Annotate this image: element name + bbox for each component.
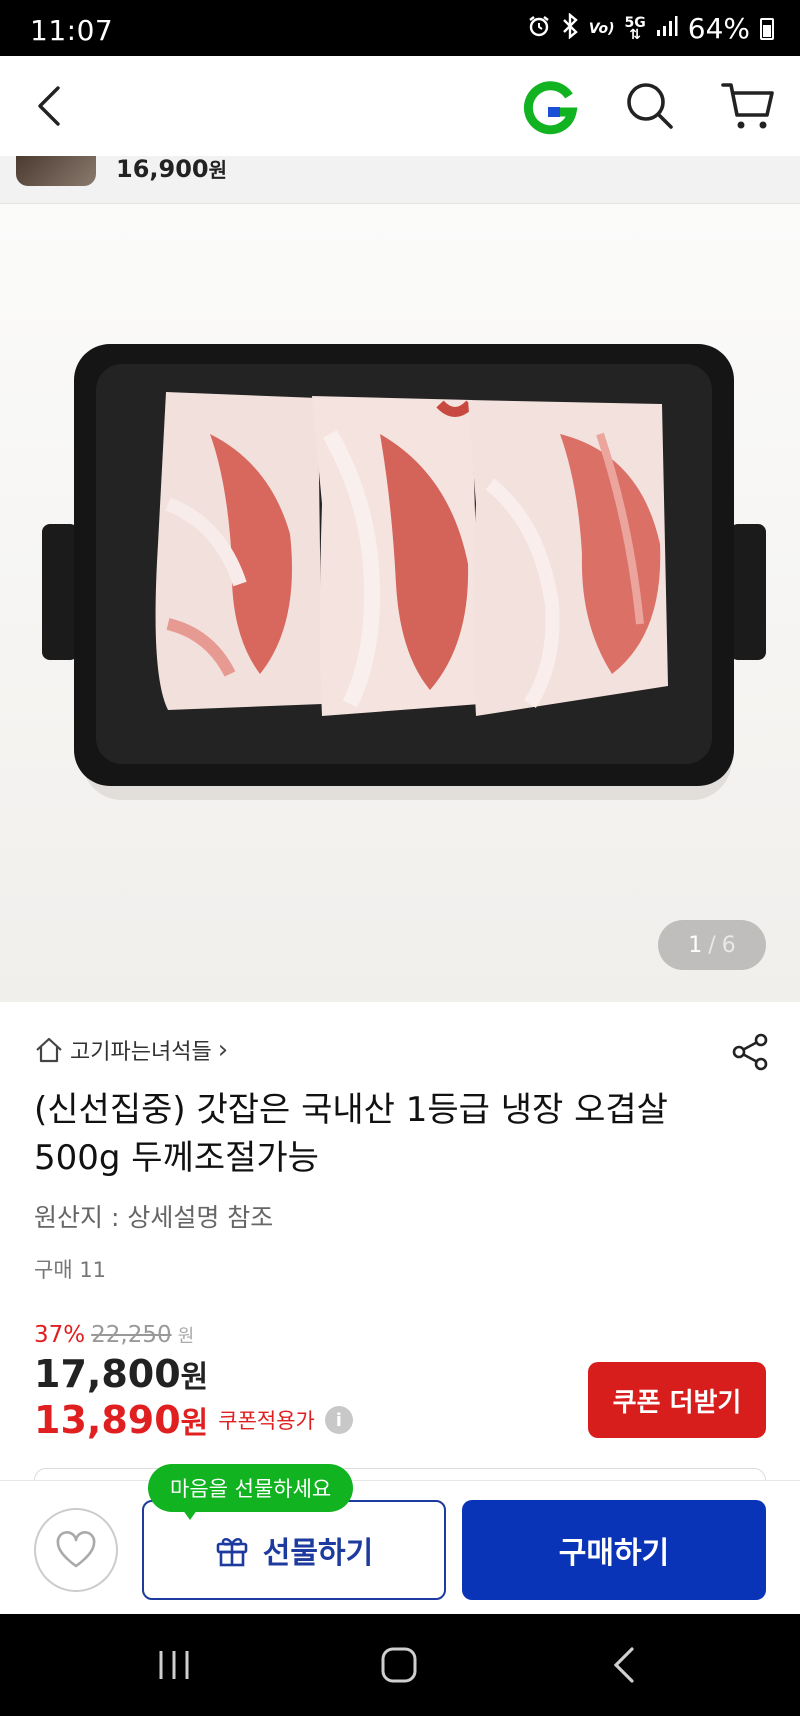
signal-icon [656, 15, 678, 43]
share-icon [732, 1033, 768, 1071]
get-coupon-button[interactable]: 쿠폰 더받기 [588, 1362, 766, 1438]
home-nav-icon [381, 1647, 417, 1683]
product-image[interactable] [0, 204, 800, 1002]
gmarket-logo[interactable] [522, 80, 578, 136]
mini-price-value: 16,900 [116, 155, 209, 183]
shop-chevron-icon: › [217, 1035, 229, 1065]
mini-product-thumbnail [16, 156, 96, 186]
coupon-price: 13,890원 [34, 1398, 208, 1442]
purchase-count: 구매 11 [34, 1258, 107, 1282]
original-price-currency: 원 [177, 1326, 195, 1347]
coupon-price-row: 13,890원 쿠폰적용가 i [34, 1398, 353, 1442]
gift-tooltip: 마음을 선물하세요 [148, 1464, 354, 1512]
back-button[interactable] [30, 84, 74, 128]
network-label: 5G [624, 14, 646, 31]
coupon-price-currency: 원 [180, 1406, 209, 1441]
app-bar [0, 56, 800, 156]
info-icon[interactable]: i [324, 1406, 353, 1434]
image-counter-total: 6 [721, 932, 736, 958]
g-logo-icon [523, 81, 578, 135]
mini-price: 16,900원 [116, 154, 227, 183]
bluetooth-icon [561, 11, 579, 45]
original-price: 22,250 [91, 1322, 172, 1348]
recents-button[interactable] [156, 1648, 192, 1682]
status-time: 11:07 [30, 14, 114, 47]
battery-icon [760, 17, 774, 40]
product-title: (신선집중) 갓잡은 국내산 1등급 냉장 오겹살 500g 두께조절가능 [34, 1090, 668, 1178]
shop-name: 고기파는녀석들 [70, 1040, 212, 1065]
wishlist-button[interactable] [34, 1508, 118, 1592]
gift-button-label: 선물하기 [262, 1536, 374, 1571]
home-icon [36, 1037, 62, 1063]
cart-icon [721, 83, 774, 129]
cart-button[interactable] [720, 80, 776, 132]
image-counter-separator: / [708, 932, 716, 958]
gift-tooltip-tail [180, 1506, 200, 1520]
back-icon [38, 86, 60, 126]
sale-price: 17,800원 [34, 1352, 208, 1396]
mini-price-currency: 원 [208, 158, 228, 182]
status-icons: Vo) 5G ⇅ 64% [527, 11, 774, 45]
status-bar: 11:07 Vo) 5G ⇅ 64% [0, 0, 800, 56]
sale-price-value: 17,800 [34, 1352, 181, 1396]
discount-rate: 37% [34, 1322, 86, 1348]
system-back-button[interactable] [610, 1646, 640, 1684]
pork-belly-photo [0, 204, 800, 1002]
heart-icon [56, 1531, 96, 1568]
image-counter: 1 / 6 [658, 920, 766, 970]
search-icon [627, 83, 673, 129]
home-button[interactable] [380, 1646, 418, 1684]
system-back-icon [613, 1647, 634, 1683]
shop-link[interactable]: 고기파는녀석들 › [34, 1034, 228, 1066]
recents-icon [159, 1651, 189, 1679]
volte-icon: Vo) [588, 20, 615, 37]
buy-button[interactable]: 구매하기 [462, 1500, 766, 1600]
coupon-price-value: 13,890 [34, 1398, 181, 1442]
5g-icon: 5G ⇅ [624, 14, 646, 43]
share-button[interactable] [730, 1032, 770, 1072]
coupon-price-label: 쿠폰적용가 [218, 1409, 315, 1433]
sale-price-currency: 원 [180, 1360, 209, 1395]
alarm-icon [527, 14, 551, 44]
battery-percent: 64% [687, 12, 750, 45]
origin-info: 원산지 : 상세설명 참조 [34, 1203, 274, 1232]
image-counter-current: 1 [688, 932, 703, 958]
discount-row: 37% 22,250 원 [34, 1322, 194, 1348]
search-button[interactable] [624, 80, 676, 132]
gift-icon [216, 1538, 248, 1567]
